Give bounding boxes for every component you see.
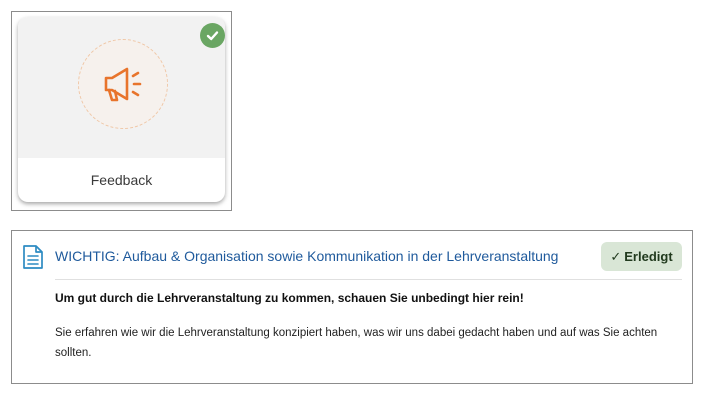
check-icon: ✓ xyxy=(610,248,622,264)
icon-circle xyxy=(78,39,168,129)
notice-body: Sie erfahren wie wir die Lehrveranstaltu… xyxy=(55,327,658,359)
notice-headline: Um gut durch die Lehrveranstaltung zu ko… xyxy=(55,291,524,305)
megaphone-icon xyxy=(104,67,142,102)
document-icon xyxy=(23,245,43,269)
notice-panel: WICHTIG: Aufbau & Organisation sowie Kom… xyxy=(11,230,693,384)
notice-title-link[interactable]: WICHTIG: Aufbau & Organisation sowie Kom… xyxy=(55,248,558,264)
activity-tile-frame: Feedback xyxy=(11,11,232,211)
activity-label: Feedback xyxy=(90,172,153,188)
status-label: Erledigt xyxy=(624,249,673,264)
completed-check-icon xyxy=(200,23,225,48)
feedback-activity-card[interactable]: Feedback xyxy=(18,17,225,202)
divider xyxy=(55,279,682,280)
activity-icon-area xyxy=(18,17,225,158)
status-badge: ✓ Erledigt xyxy=(601,242,682,271)
